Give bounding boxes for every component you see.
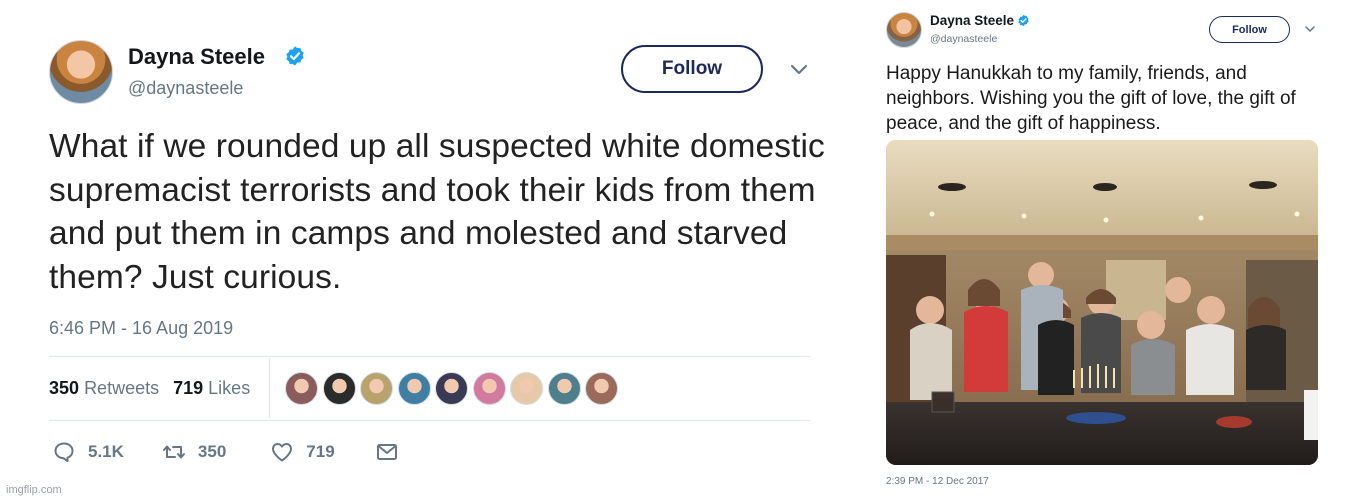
tweet-text: What if we rounded up all suspected whit… — [49, 128, 825, 296]
tweet-photo[interactable] — [886, 140, 1318, 465]
liker-avatar[interactable] — [547, 372, 581, 405]
tweet-card-right: Dayna Steele @daynasteele Follow Happy H… — [870, 0, 1346, 500]
watermark: imgflip.com — [6, 484, 62, 496]
liker-avatar[interactable] — [397, 372, 431, 405]
follow-button[interactable]: Follow — [1209, 16, 1290, 43]
liker-avatar[interactable] — [435, 372, 468, 405]
verified-badge-icon — [286, 46, 304, 66]
divider — [269, 358, 270, 418]
like-count: 719 — [306, 442, 335, 461]
engagement-stats: 350 Retweets 719 Likes — [49, 378, 250, 399]
direct-message-icon — [376, 444, 397, 460]
handle[interactable]: @daynasteele — [128, 78, 243, 99]
reply-count: 5.1K — [88, 442, 124, 461]
display-name[interactable]: Dayna Steele — [930, 13, 1014, 28]
verified-badge-icon — [1018, 14, 1029, 27]
liker-avatars — [285, 372, 618, 405]
liker-avatar[interactable] — [585, 372, 618, 405]
like-button[interactable]: 719 — [270, 440, 335, 464]
chevron-down-icon[interactable] — [790, 63, 808, 77]
handle[interactable]: @daynasteele — [930, 33, 997, 45]
divider — [49, 420, 810, 421]
tweet-timestamp[interactable]: 6:46 PM - 16 Aug 2019 — [49, 318, 233, 339]
avatar[interactable] — [886, 12, 922, 48]
divider — [49, 356, 810, 357]
reply-button[interactable]: 5.1K — [52, 440, 124, 464]
retweet-icon — [162, 445, 185, 459]
reply-icon — [54, 442, 74, 462]
tweet-card-left: Dayna Steele @daynasteele Follow What if… — [0, 0, 860, 500]
follow-button[interactable]: Follow — [621, 45, 763, 93]
chevron-down-icon[interactable] — [1305, 25, 1315, 33]
retweet-count: 350 — [197, 442, 227, 461]
like-icon — [272, 443, 293, 462]
liker-avatar[interactable] — [472, 372, 506, 405]
retweets-stat[interactable]: 350 Retweets — [49, 378, 159, 398]
liker-avatar[interactable] — [360, 372, 393, 405]
tweet-text: Happy Hanukkah to my family, friends, an… — [886, 63, 1296, 134]
liker-avatar[interactable] — [285, 372, 318, 405]
tweet-timestamp[interactable]: 2:39 PM - 12 Dec 2017 — [886, 476, 989, 487]
likes-stat[interactable]: 719 Likes — [173, 378, 250, 398]
liker-avatar[interactable] — [322, 372, 356, 405]
liker-avatar[interactable] — [510, 372, 543, 405]
tweet-actions: 5.1K 350 719 — [52, 440, 411, 464]
display-name[interactable]: Dayna Steele — [128, 44, 265, 70]
retweet-button[interactable]: 350 — [162, 440, 226, 464]
avatar[interactable] — [49, 40, 113, 104]
direct-message-button[interactable] — [375, 440, 411, 464]
